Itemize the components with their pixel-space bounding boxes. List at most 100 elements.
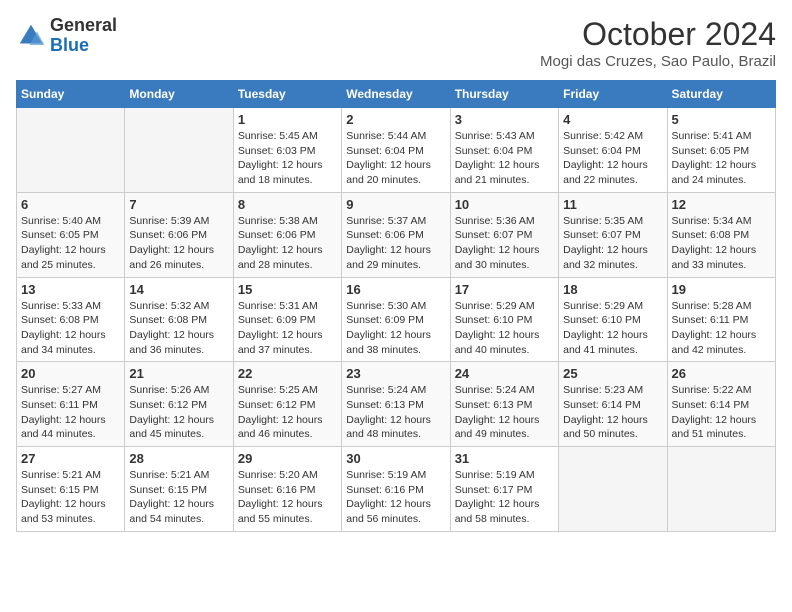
- calendar-cell: 3 Sunrise: 5:43 AMSunset: 6:04 PMDaylight…: [450, 108, 558, 193]
- day-header-sunday: Sunday: [17, 81, 125, 108]
- day-number: 15: [238, 282, 337, 297]
- day-info: Sunrise: 5:19 AMSunset: 6:17 PMDaylight:…: [455, 468, 554, 527]
- day-info: Sunrise: 5:20 AMSunset: 6:16 PMDaylight:…: [238, 468, 337, 527]
- calendar-cell: 5 Sunrise: 5:41 AMSunset: 6:05 PMDaylight…: [667, 108, 775, 193]
- day-info: Sunrise: 5:36 AMSunset: 6:07 PMDaylight:…: [455, 214, 554, 273]
- day-number: 10: [455, 197, 554, 212]
- day-number: 7: [129, 197, 228, 212]
- page-header: General Blue October 2024 Mogi das Cruze…: [16, 16, 776, 70]
- calendar-cell: 17 Sunrise: 5:29 AMSunset: 6:10 PMDayligh…: [450, 277, 558, 362]
- day-info: Sunrise: 5:41 AMSunset: 6:05 PMDaylight:…: [672, 129, 771, 188]
- day-info: Sunrise: 5:44 AMSunset: 6:04 PMDaylight:…: [346, 129, 445, 188]
- day-number: 11: [563, 197, 662, 212]
- day-header-thursday: Thursday: [450, 81, 558, 108]
- day-number: 19: [672, 282, 771, 297]
- calendar-table: SundayMondayTuesdayWednesdayThursdayFrid…: [16, 80, 776, 532]
- day-number: 29: [238, 451, 337, 466]
- calendar-cell: 27 Sunrise: 5:21 AMSunset: 6:15 PMDayligh…: [17, 447, 125, 532]
- calendar-cell: 24 Sunrise: 5:24 AMSunset: 6:13 PMDayligh…: [450, 362, 558, 447]
- calendar-cell: 1 Sunrise: 5:45 AMSunset: 6:03 PMDaylight…: [233, 108, 341, 193]
- day-number: 17: [455, 282, 554, 297]
- calendar-cell: 10 Sunrise: 5:36 AMSunset: 6:07 PMDayligh…: [450, 192, 558, 277]
- calendar-cell: 4 Sunrise: 5:42 AMSunset: 6:04 PMDaylight…: [559, 108, 667, 193]
- day-info: Sunrise: 5:29 AMSunset: 6:10 PMDaylight:…: [563, 299, 662, 358]
- calendar-header-row: SundayMondayTuesdayWednesdayThursdayFrid…: [17, 81, 776, 108]
- calendar-week-row: 27 Sunrise: 5:21 AMSunset: 6:15 PMDayligh…: [17, 447, 776, 532]
- day-number: 30: [346, 451, 445, 466]
- day-number: 4: [563, 112, 662, 127]
- day-info: Sunrise: 5:35 AMSunset: 6:07 PMDaylight:…: [563, 214, 662, 273]
- day-number: 2: [346, 112, 445, 127]
- calendar-week-row: 20Sunrise: 5:27 AMSunset: 6:11 PMDayligh…: [17, 362, 776, 447]
- calendar-cell: 20Sunrise: 5:27 AMSunset: 6:11 PMDayligh…: [17, 362, 125, 447]
- day-info: Sunrise: 5:24 AMSunset: 6:13 PMDaylight:…: [346, 383, 445, 442]
- calendar-cell: 7 Sunrise: 5:39 AMSunset: 6:06 PMDaylight…: [125, 192, 233, 277]
- day-info: Sunrise: 5:22 AMSunset: 6:14 PMDaylight:…: [672, 383, 771, 442]
- day-info: Sunrise: 5:37 AMSunset: 6:06 PMDaylight:…: [346, 214, 445, 273]
- calendar-cell: 12 Sunrise: 5:34 AMSunset: 6:08 PMDayligh…: [667, 192, 775, 277]
- day-number: 24: [455, 366, 554, 381]
- day-info: Sunrise: 5:23 AMSunset: 6:14 PMDaylight:…: [563, 383, 662, 442]
- calendar-cell: [667, 447, 775, 532]
- day-number: 9: [346, 197, 445, 212]
- day-info: Sunrise: 5:27 AMSunset: 6:11 PMDaylight:…: [21, 383, 120, 442]
- calendar-week-row: 13Sunrise: 5:33 AMSunset: 6:08 PMDayligh…: [17, 277, 776, 362]
- day-header-tuesday: Tuesday: [233, 81, 341, 108]
- day-number: 1: [238, 112, 337, 127]
- calendar-cell: 25 Sunrise: 5:23 AMSunset: 6:14 PMDayligh…: [559, 362, 667, 447]
- calendar-cell: 31 Sunrise: 5:19 AMSunset: 6:17 PMDayligh…: [450, 447, 558, 532]
- day-number: 28: [129, 451, 228, 466]
- calendar-cell: 13Sunrise: 5:33 AMSunset: 6:08 PMDayligh…: [17, 277, 125, 362]
- day-number: 5: [672, 112, 771, 127]
- day-info: Sunrise: 5:45 AMSunset: 6:03 PMDaylight:…: [238, 129, 337, 188]
- logo-icon: [16, 21, 46, 51]
- calendar-cell: 6Sunrise: 5:40 AMSunset: 6:05 PMDaylight…: [17, 192, 125, 277]
- day-number: 25: [563, 366, 662, 381]
- day-number: 13: [21, 282, 120, 297]
- calendar-cell: 16Sunrise: 5:30 AMSunset: 6:09 PMDayligh…: [342, 277, 450, 362]
- calendar-cell: 22 Sunrise: 5:25 AMSunset: 6:12 PMDayligh…: [233, 362, 341, 447]
- calendar-cell: 21Sunrise: 5:26 AMSunset: 6:12 PMDayligh…: [125, 362, 233, 447]
- day-number: 8: [238, 197, 337, 212]
- calendar-cell: 11 Sunrise: 5:35 AMSunset: 6:07 PMDayligh…: [559, 192, 667, 277]
- day-header-saturday: Saturday: [667, 81, 775, 108]
- day-info: Sunrise: 5:21 AMSunset: 6:15 PMDaylight:…: [21, 468, 120, 527]
- day-info: Sunrise: 5:42 AMSunset: 6:04 PMDaylight:…: [563, 129, 662, 188]
- month-title: October 2024: [540, 16, 776, 53]
- calendar-cell: [17, 108, 125, 193]
- day-header-monday: Monday: [125, 81, 233, 108]
- calendar-cell: 23 Sunrise: 5:24 AMSunset: 6:13 PMDayligh…: [342, 362, 450, 447]
- day-number: 16: [346, 282, 445, 297]
- day-number: 3: [455, 112, 554, 127]
- day-number: 27: [21, 451, 120, 466]
- calendar-cell: [125, 108, 233, 193]
- day-header-friday: Friday: [559, 81, 667, 108]
- calendar-cell: 15Sunrise: 5:31 AMSunset: 6:09 PMDayligh…: [233, 277, 341, 362]
- day-number: 21: [129, 366, 228, 381]
- day-number: 31: [455, 451, 554, 466]
- day-info: Sunrise: 5:25 AMSunset: 6:12 PMDaylight:…: [238, 383, 337, 442]
- day-info: Sunrise: 5:43 AMSunset: 6:04 PMDaylight:…: [455, 129, 554, 188]
- logo: General Blue: [16, 16, 117, 56]
- day-number: 18: [563, 282, 662, 297]
- calendar-cell: 19Sunrise: 5:28 AMSunset: 6:11 PMDayligh…: [667, 277, 775, 362]
- day-number: 12: [672, 197, 771, 212]
- day-info: Sunrise: 5:34 AMSunset: 6:08 PMDaylight:…: [672, 214, 771, 273]
- calendar-cell: 9 Sunrise: 5:37 AMSunset: 6:06 PMDaylight…: [342, 192, 450, 277]
- day-info: Sunrise: 5:32 AMSunset: 6:08 PMDaylight:…: [129, 299, 228, 358]
- day-info: Sunrise: 5:24 AMSunset: 6:13 PMDaylight:…: [455, 383, 554, 442]
- day-info: Sunrise: 5:29 AMSunset: 6:10 PMDaylight:…: [455, 299, 554, 358]
- day-number: 22: [238, 366, 337, 381]
- calendar-cell: 8 Sunrise: 5:38 AMSunset: 6:06 PMDaylight…: [233, 192, 341, 277]
- day-info: Sunrise: 5:19 AMSunset: 6:16 PMDaylight:…: [346, 468, 445, 527]
- day-number: 6: [21, 197, 120, 212]
- calendar-week-row: 1 Sunrise: 5:45 AMSunset: 6:03 PMDaylight…: [17, 108, 776, 193]
- day-number: 23: [346, 366, 445, 381]
- calendar-cell: 29 Sunrise: 5:20 AMSunset: 6:16 PMDayligh…: [233, 447, 341, 532]
- day-info: Sunrise: 5:38 AMSunset: 6:06 PMDaylight:…: [238, 214, 337, 273]
- calendar-cell: 18 Sunrise: 5:29 AMSunset: 6:10 PMDayligh…: [559, 277, 667, 362]
- calendar-cell: [559, 447, 667, 532]
- logo-text: General Blue: [50, 16, 117, 56]
- title-block: October 2024 Mogi das Cruzes, Sao Paulo,…: [540, 16, 776, 70]
- day-info: Sunrise: 5:39 AMSunset: 6:06 PMDaylight:…: [129, 214, 228, 273]
